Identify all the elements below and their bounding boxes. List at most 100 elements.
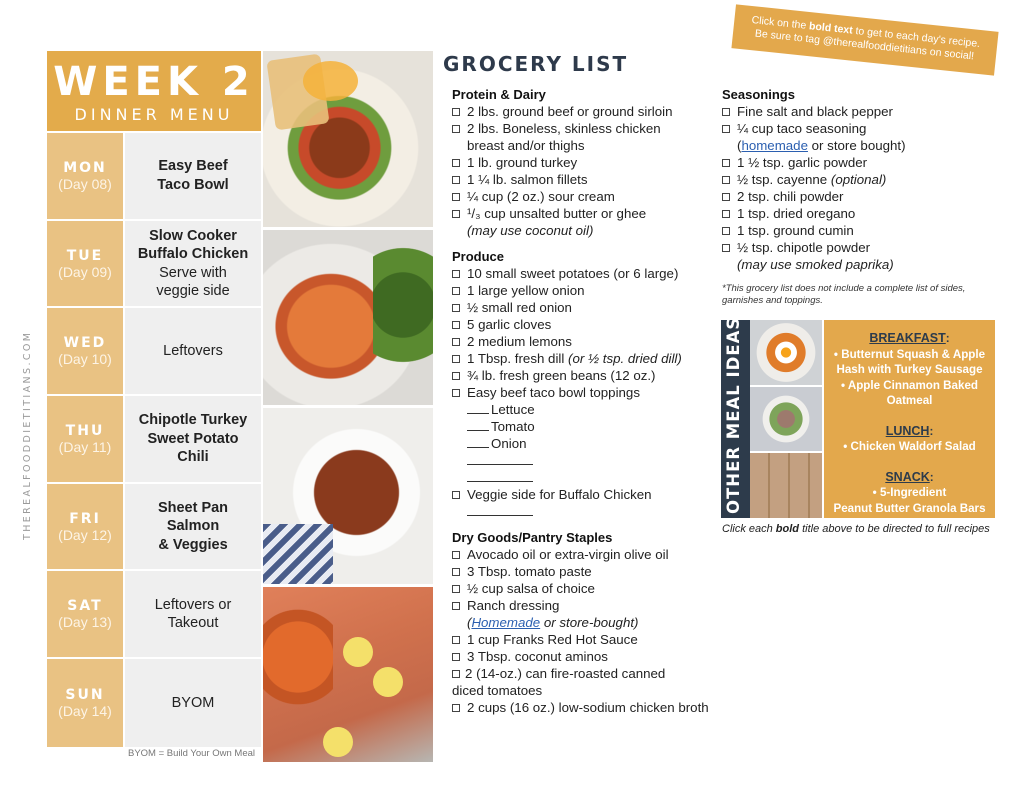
checkbox-icon[interactable] bbox=[452, 653, 460, 661]
checkbox-icon[interactable] bbox=[452, 551, 460, 559]
homemade-ranch-link[interactable]: Homemade bbox=[471, 615, 540, 630]
fill-blank[interactable] bbox=[467, 402, 489, 414]
checkbox-icon[interactable] bbox=[452, 159, 460, 167]
checkbox-icon[interactable] bbox=[452, 389, 460, 397]
meal-recipe-link[interactable]: & Veggies bbox=[158, 536, 227, 555]
grocery-item[interactable]: ½ cup salsa of choice bbox=[452, 580, 715, 597]
checkbox-icon[interactable] bbox=[722, 176, 730, 184]
topping-item[interactable]: Lettuce bbox=[452, 401, 715, 418]
grocery-item[interactable]: 1 large yellow onion bbox=[452, 282, 715, 299]
checkbox-icon[interactable] bbox=[452, 338, 460, 346]
checkbox-icon[interactable] bbox=[722, 193, 730, 201]
grocery-item[interactable]: Fine salt and black pepper bbox=[722, 103, 1002, 120]
grocery-item-continued: diced tomatoes bbox=[452, 683, 543, 698]
checkbox-icon[interactable] bbox=[452, 304, 460, 312]
item-text: 5 garlic cloves bbox=[467, 317, 552, 332]
meal-recipe-link[interactable]: Buffalo Chicken bbox=[138, 245, 248, 264]
checkbox-icon[interactable] bbox=[452, 176, 460, 184]
grocery-item[interactable]: ¼ cup (2 oz.) sour cream bbox=[452, 188, 715, 205]
grocery-item[interactable]: ¼ cup taco seasoning (homemade or store … bbox=[722, 120, 1002, 154]
fill-blank[interactable] bbox=[467, 436, 489, 448]
meal-recipe-link[interactable]: Salmon bbox=[167, 517, 219, 536]
checkbox-icon[interactable] bbox=[722, 125, 730, 133]
checkbox-icon[interactable] bbox=[452, 636, 460, 644]
checkbox-icon[interactable] bbox=[722, 244, 730, 252]
grocery-item[interactable]: 2 (14-oz.) can fire-roasted canned bbox=[452, 665, 715, 682]
checkbox-icon[interactable] bbox=[452, 355, 460, 363]
meal-name[interactable]: Easy Beef Taco Bowl bbox=[125, 133, 261, 219]
grocery-item[interactable]: 1 tsp. dried oregano bbox=[722, 205, 1002, 222]
meal-recipe-link[interactable]: Taco Bowl bbox=[157, 176, 228, 195]
meal-recipe-link[interactable]: Chili bbox=[177, 448, 208, 467]
checkbox-icon[interactable] bbox=[722, 227, 730, 235]
item-text: ¾ lb. fresh green beans (12 oz.) bbox=[467, 368, 656, 383]
grocery-item[interactable]: 1 lb. ground turkey bbox=[452, 154, 715, 171]
grocery-item[interactable]: 2 lbs. Boneless, skinless chicken breast … bbox=[452, 120, 715, 154]
fill-blank[interactable] bbox=[467, 419, 489, 431]
topping-item[interactable]: Tomato bbox=[452, 418, 715, 435]
meal-idea-link[interactable]: Peanut Butter Granola Bars bbox=[824, 501, 995, 517]
checkbox-icon[interactable] bbox=[452, 321, 460, 329]
checkbox-icon[interactable] bbox=[452, 585, 460, 593]
grocery-item[interactable]: 5 garlic cloves bbox=[452, 316, 715, 333]
grocery-item[interactable]: ½ small red onion bbox=[452, 299, 715, 316]
meal-recipe-link[interactable]: Easy Beef bbox=[158, 157, 227, 176]
checkbox-icon[interactable] bbox=[452, 125, 460, 133]
meal-idea-link[interactable]: • Butternut Squash & Apple Hash with Tur… bbox=[824, 347, 995, 378]
day-name: MON bbox=[63, 159, 107, 176]
grocery-item[interactable]: 1 ¼ lb. salmon fillets bbox=[452, 171, 715, 188]
grocery-item[interactable]: Veggie side for Buffalo Chicken bbox=[452, 486, 715, 503]
checkbox-icon[interactable] bbox=[452, 670, 460, 678]
grocery-item[interactable]: 2 lbs. ground beef or ground sirloin bbox=[452, 103, 715, 120]
meal-recipe-link[interactable]: Sheet Pan bbox=[158, 499, 228, 518]
grocery-item[interactable]: 1 ½ tsp. garlic powder bbox=[722, 154, 1002, 171]
checkbox-icon[interactable] bbox=[722, 159, 730, 167]
grocery-item[interactable]: ¹/₃ cup unsalted butter or ghee (may use … bbox=[452, 205, 715, 239]
item-text: 1 tsp. dried oregano bbox=[737, 206, 856, 221]
meal-recipe-link[interactable]: Slow Cooker bbox=[149, 227, 237, 246]
item-text: Easy beef taco bowl toppings bbox=[467, 385, 640, 400]
topping-item[interactable]: Onion bbox=[452, 435, 715, 452]
grocery-item[interactable]: ½ tsp. cayenne (optional) bbox=[722, 171, 1002, 188]
meal-name[interactable]: Slow Cooker Buffalo Chicken Serve with vegg… bbox=[125, 220, 261, 307]
grocery-item[interactable]: ¾ lb. fresh green beans (12 oz.) bbox=[452, 367, 715, 384]
grocery-item[interactable]: 2 medium lemons bbox=[452, 333, 715, 350]
checkbox-icon[interactable] bbox=[452, 602, 460, 610]
checkbox-icon[interactable] bbox=[452, 287, 460, 295]
grocery-item[interactable]: 1 tsp. ground cumin bbox=[722, 222, 1002, 239]
checkbox-icon[interactable] bbox=[452, 270, 460, 278]
grocery-item[interactable]: 2 cups (16 oz.) low-sodium chicken broth bbox=[452, 699, 715, 716]
checkbox-icon[interactable] bbox=[722, 210, 730, 218]
meal-idea-link[interactable]: • Chicken Waldorf Salad bbox=[824, 439, 995, 455]
checkbox-icon[interactable] bbox=[722, 108, 730, 116]
day-row-sun: SUN (Day 14) BYOM bbox=[47, 659, 261, 747]
checkbox-icon[interactable] bbox=[452, 568, 460, 576]
homemade-taco-seasoning-link[interactable]: homemade bbox=[741, 138, 808, 153]
meal-recipe-link[interactable]: Sweet Potato bbox=[147, 430, 238, 449]
checkbox-icon[interactable] bbox=[452, 491, 460, 499]
grocery-item[interactable]: Avocado oil or extra-virgin olive oil bbox=[452, 546, 715, 563]
menu-subtitle: DINNER MENU bbox=[74, 105, 234, 124]
meal-name[interactable]: Sheet Pan Salmon & Veggies bbox=[125, 483, 261, 570]
meal-recipe-link[interactable]: Chipotle Turkey bbox=[139, 411, 248, 430]
grocery-item[interactable]: 1 cup Franks Red Hot Sauce bbox=[452, 631, 715, 648]
grocery-title: GROCERY LIST bbox=[443, 52, 629, 76]
grocery-item[interactable]: 1 Tbsp. fresh dill (or ½ tsp. dried dill… bbox=[452, 350, 715, 367]
grocery-item[interactable]: 2 tsp. chili powder bbox=[722, 188, 1002, 205]
grocery-item[interactable]: Ranch dressing bbox=[452, 597, 715, 614]
checkbox-icon[interactable] bbox=[452, 108, 460, 116]
grocery-item[interactable]: 3 Tbsp. tomato paste bbox=[452, 563, 715, 580]
checkbox-icon[interactable] bbox=[452, 372, 460, 380]
checkbox-icon[interactable] bbox=[452, 210, 460, 218]
checkbox-icon[interactable] bbox=[452, 704, 460, 712]
grocery-item[interactable]: ½ tsp. chipotle powder (may use smoked pa… bbox=[722, 239, 1002, 273]
meal-idea-link[interactable]: • 5-Ingredient bbox=[824, 485, 995, 501]
grocery-item[interactable]: 10 small sweet potatoes (or 6 large) bbox=[452, 265, 715, 282]
day-list: MON (Day 08) Easy Beef Taco Bowl TUE (Day 09)… bbox=[47, 133, 261, 747]
grocery-item[interactable]: 3 Tbsp. coconut aminos bbox=[452, 648, 715, 665]
checkbox-icon[interactable] bbox=[452, 193, 460, 201]
meal-name[interactable]: Chipotle Turkey Sweet Potato Chili bbox=[125, 396, 261, 482]
grocery-item[interactable]: Easy beef taco bowl toppings bbox=[452, 384, 715, 401]
day-label: WED (Day 10) bbox=[47, 308, 125, 395]
meal-idea-link[interactable]: • Apple Cinnamon Baked Oatmeal bbox=[824, 378, 995, 409]
